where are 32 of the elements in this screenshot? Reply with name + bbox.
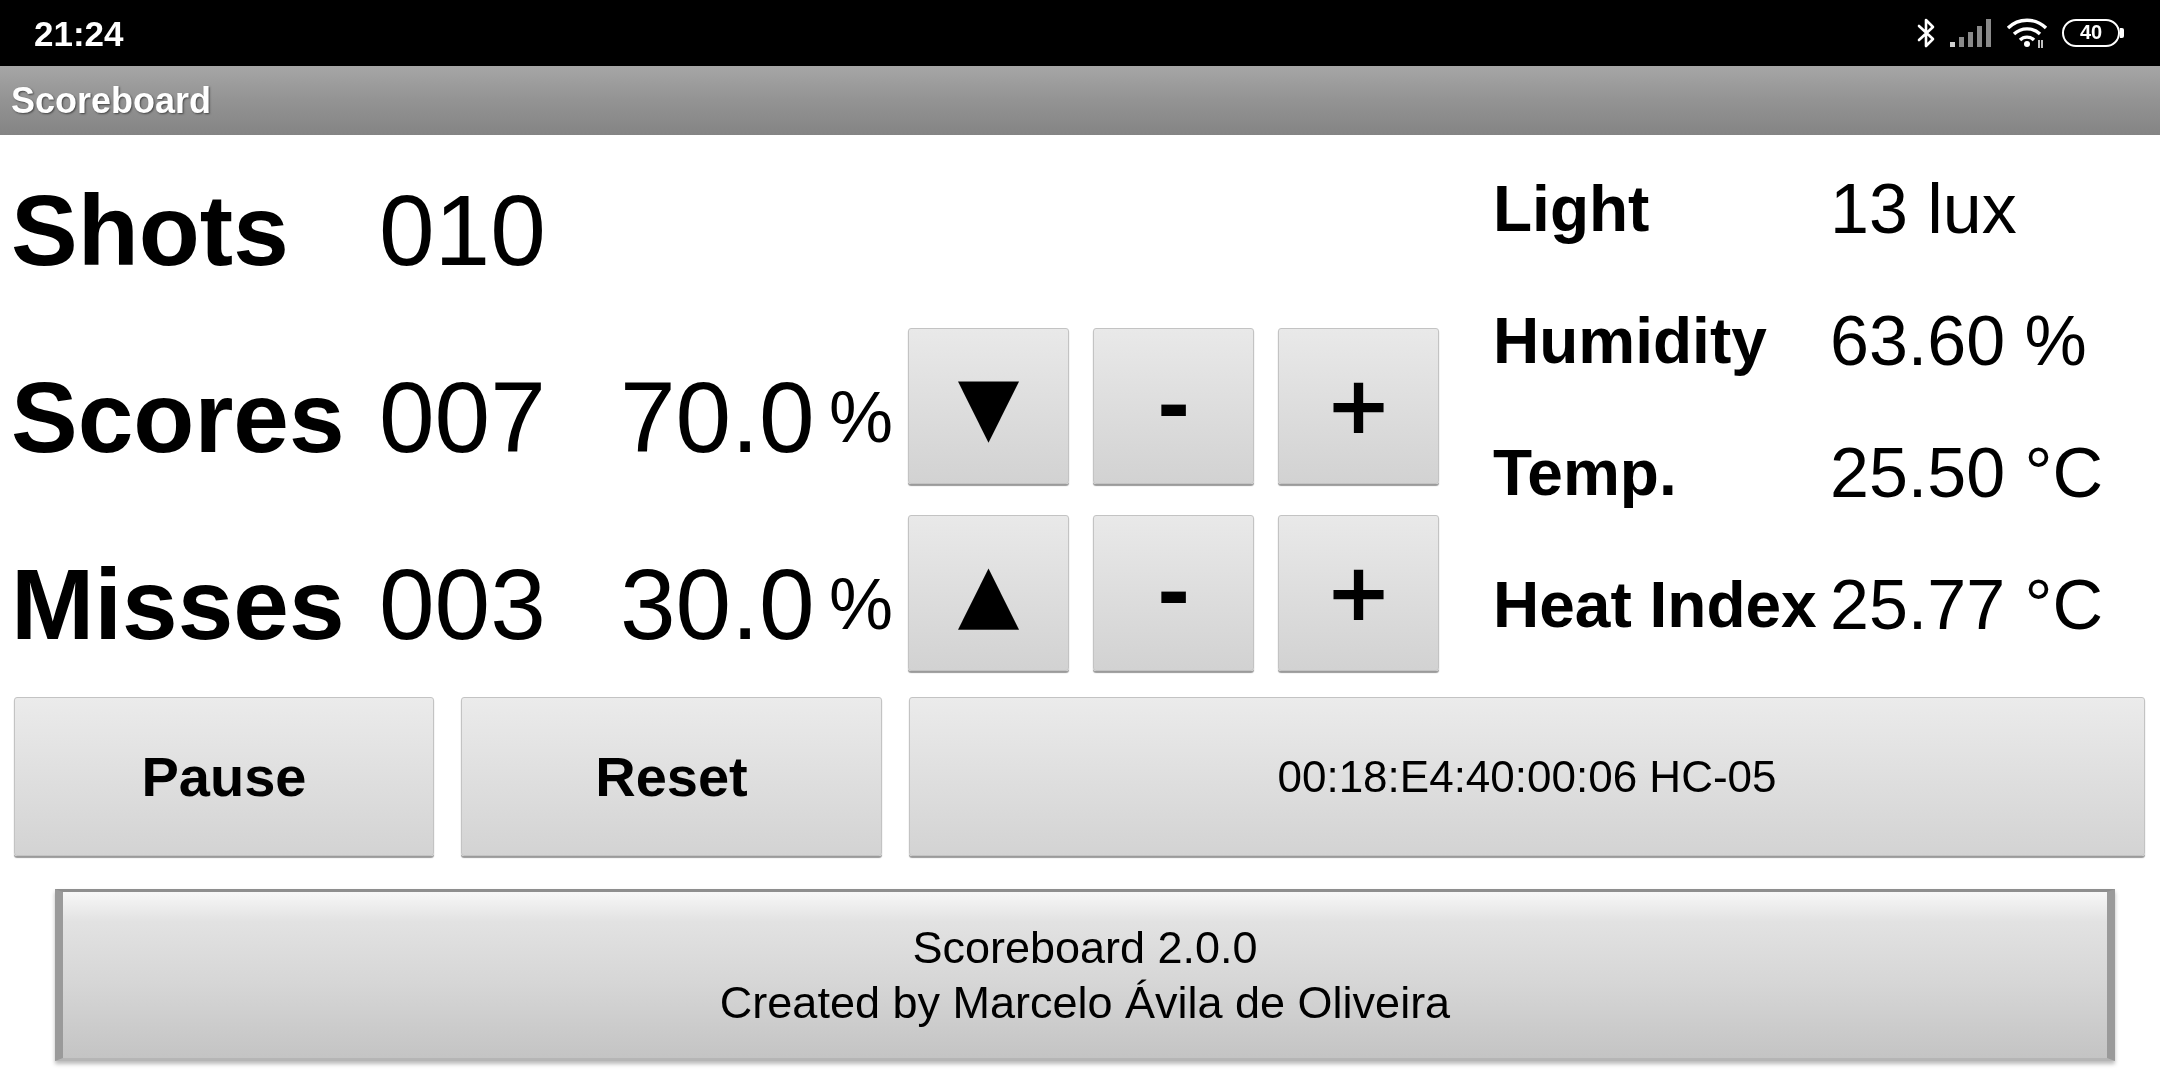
counter-value: 010 [379, 179, 546, 280]
wifi-icon [2006, 18, 2048, 48]
percentage-value: 30.0 [620, 553, 815, 654]
percentage-value: 70.0 [620, 366, 815, 467]
counter-label: Shots [11, 179, 289, 280]
author-text: Created by Marcelo Ávila de Oliveira [719, 980, 1451, 1025]
sensor-label: Heat Index [1493, 573, 1817, 637]
sensor-value: 63.60 % [1830, 306, 2087, 376]
version-text: Scoreboard 2.0.0 [912, 925, 1258, 970]
adjust-button[interactable]: + [1278, 327, 1439, 484]
percent-sign: % [829, 380, 894, 453]
sensor-value: 13 lux [1830, 174, 2017, 244]
battery-indicator: 40 [2062, 19, 2124, 47]
signal-icon [1950, 19, 1992, 47]
counter-value: 007 [379, 366, 546, 467]
adjust-button[interactable]: + [1278, 514, 1439, 671]
adjust-button[interactable]: - [1093, 514, 1254, 671]
counter-value: 003 [379, 553, 546, 654]
adjust-button[interactable]: ▼ [908, 327, 1069, 484]
device-button[interactable]: 00:18:E4:40:00:06 HC-05 [909, 697, 2145, 856]
action-button[interactable]: Reset [461, 697, 882, 856]
sensor-value: 25.50 °C [1830, 438, 2104, 508]
action-button[interactable]: Pause [14, 697, 434, 856]
app-title: Scoreboard [11, 82, 212, 119]
sensor-value: 25.77 °C [1830, 570, 2104, 640]
counter-label: Misses [11, 553, 345, 654]
bluetooth-icon [1916, 17, 1936, 49]
adjust-button[interactable]: ▲ [908, 514, 1069, 671]
adjust-button[interactable]: - [1093, 327, 1254, 484]
percent-sign: % [829, 567, 894, 640]
clock-text: 21:24 [34, 15, 124, 51]
counter-label: Scores [11, 366, 345, 467]
